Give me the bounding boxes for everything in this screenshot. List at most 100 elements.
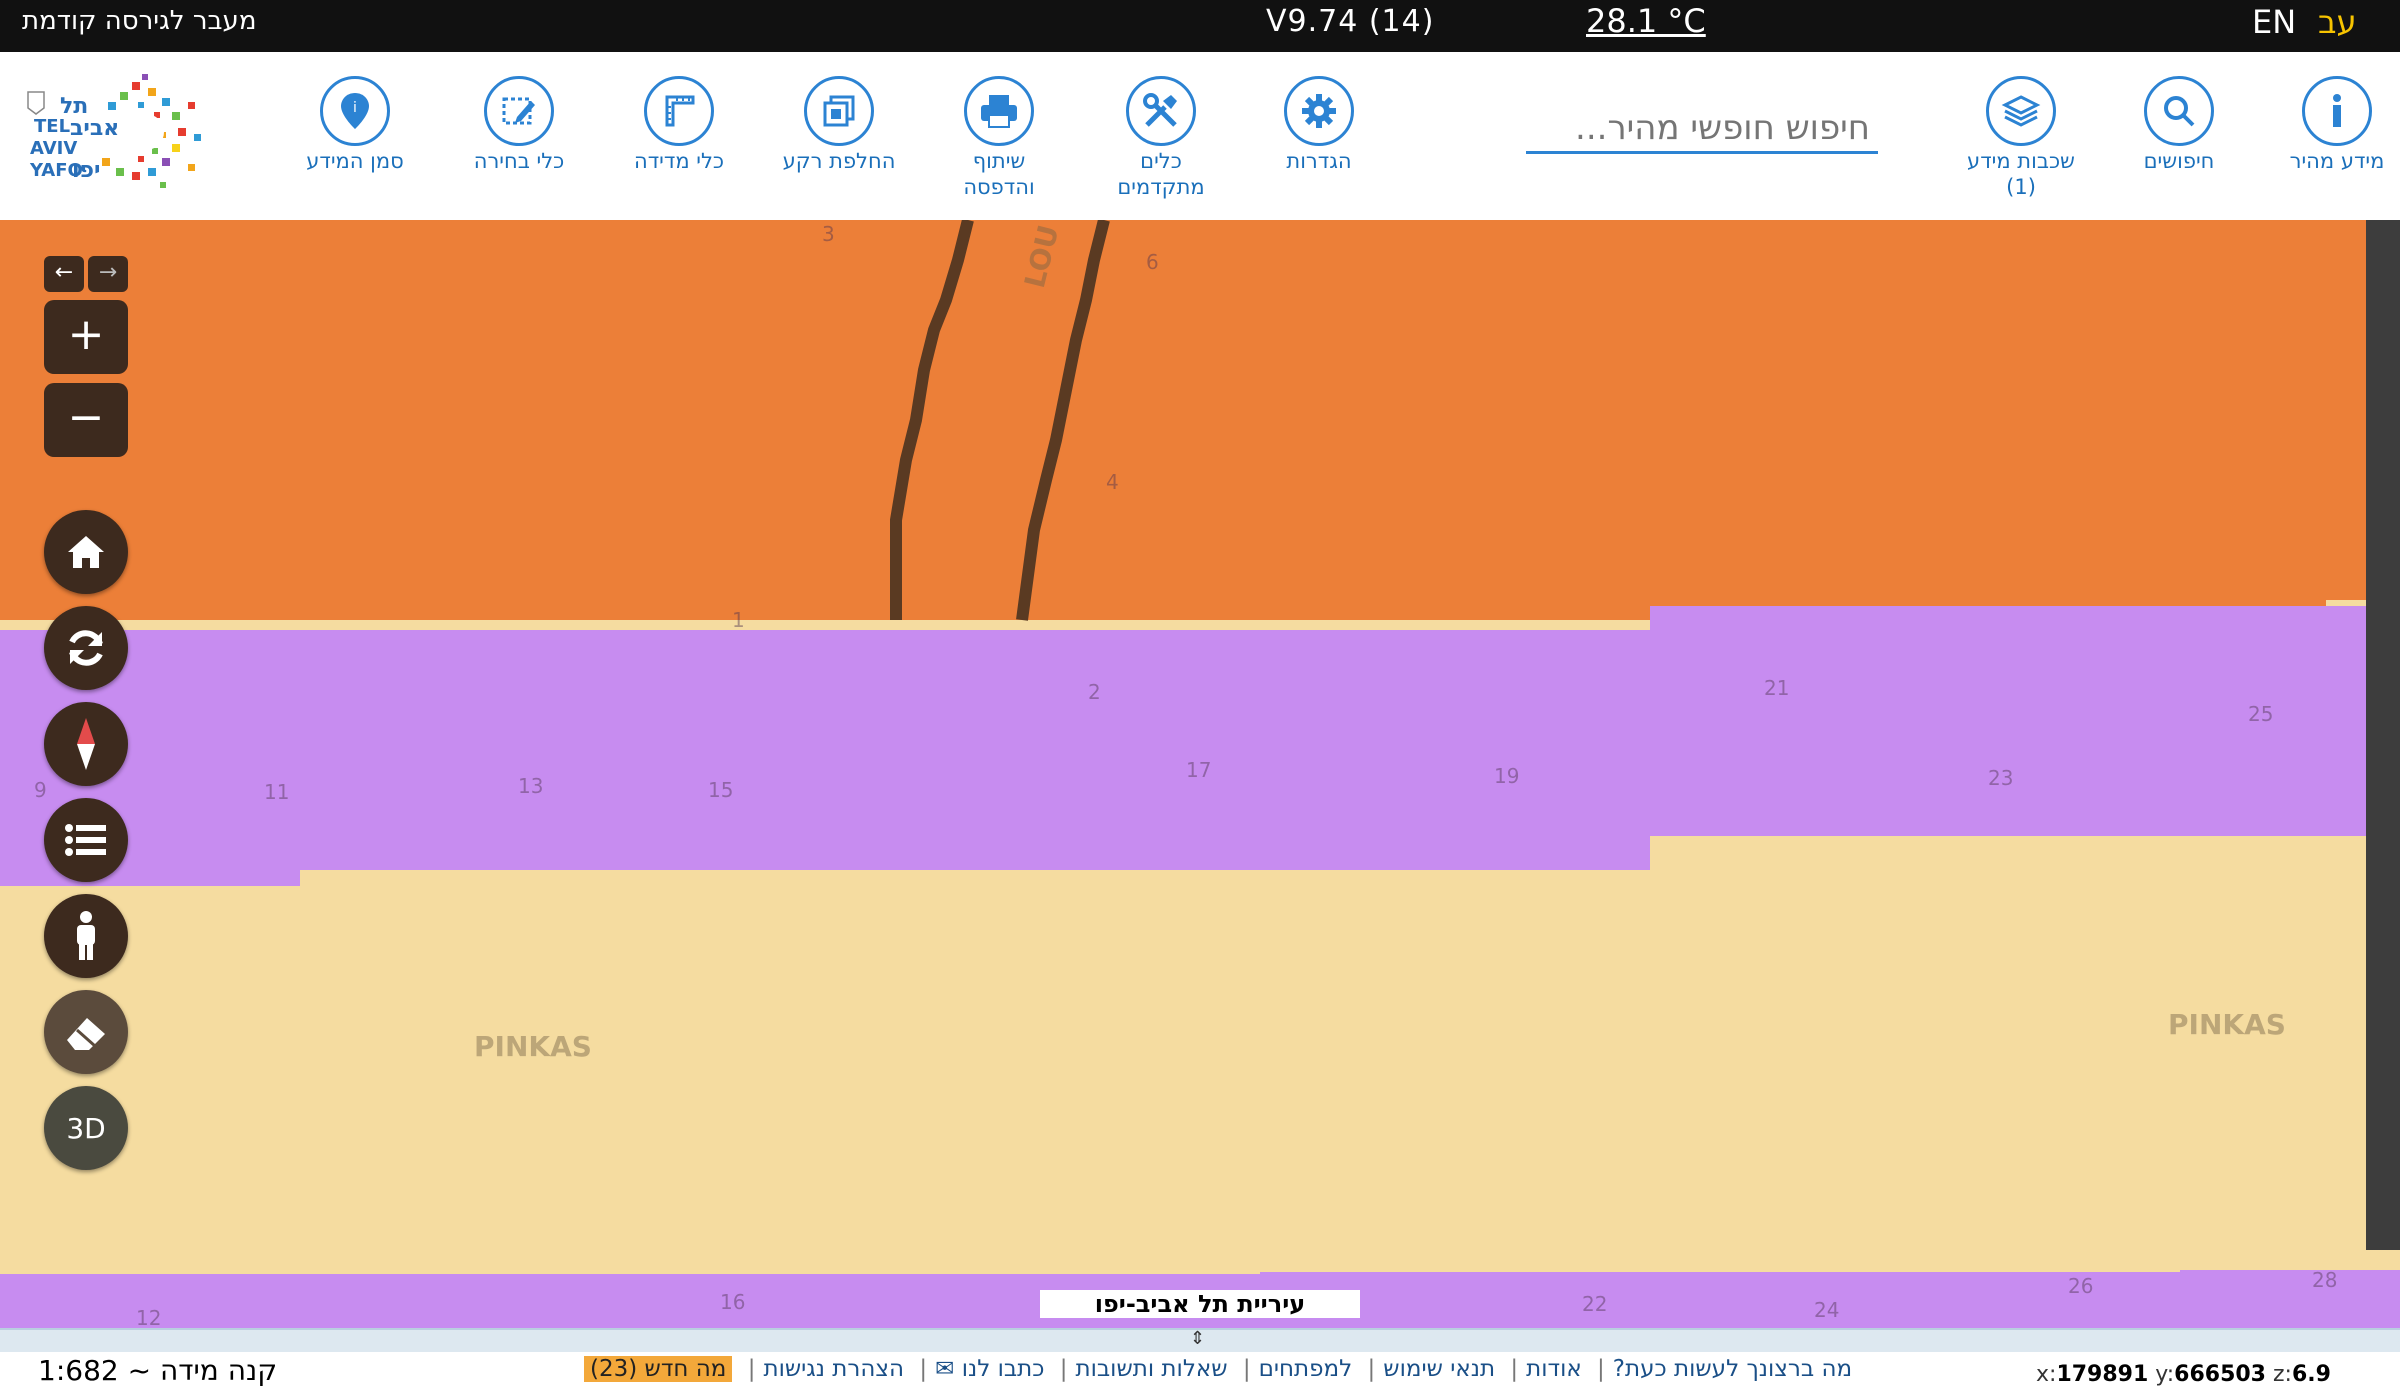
tools-icon	[1126, 76, 1196, 146]
footer-link[interactable]: הצהרת נגישות	[763, 1356, 904, 1382]
parcel-number: 17	[1186, 758, 1212, 782]
3d-button[interactable]: 3D	[44, 1086, 128, 1170]
parcel-number: 4	[1106, 470, 1119, 494]
footer-link[interactable]: תנאי שימוש	[1383, 1356, 1495, 1382]
previous-version-link[interactable]: מעבר לגירסה קודמת	[22, 6, 256, 36]
footer-links: מה ברצונך לעשות כעת?| אודות| תנאי שימוש|…	[580, 1356, 1856, 1382]
map-canvas[interactable]: LOU PINKAS PINKAS 3 6 4 1 2 17 19 21 23 …	[0, 220, 2400, 1328]
parcel-number: 9	[34, 778, 47, 802]
3d-label: 3D	[66, 1112, 106, 1145]
parcel-number: 6	[1146, 250, 1159, 274]
parcel-number: 13	[518, 774, 544, 798]
basemap-icon	[804, 76, 874, 146]
refresh-button[interactable]	[44, 606, 128, 690]
parcel-number: 26	[2068, 1274, 2094, 1298]
parcel-number: 1	[732, 608, 745, 632]
svg-text:i: i	[353, 100, 357, 116]
pegman-icon	[77, 911, 95, 960]
basemap-switch-label: החלפת רקע	[782, 149, 896, 173]
footer-link[interactable]: מה ברצונך לעשות כעת?	[1613, 1356, 1852, 1382]
home-button[interactable]	[44, 510, 128, 594]
parcel-number: 21	[1764, 676, 1790, 700]
beige-zone-bottom-left	[0, 1250, 1260, 1274]
language-hebrew[interactable]: עב	[2318, 3, 2357, 41]
language-english[interactable]: EN	[2252, 3, 2296, 41]
logo-text-2: TEL	[34, 116, 71, 137]
measure-tool[interactable]: כלי מדידה	[604, 76, 754, 174]
select-tool[interactable]: כלי בחירה	[444, 76, 594, 174]
coord-y-value: 666503	[2174, 1362, 2266, 1387]
searches-label: חיפושים	[2143, 149, 2215, 173]
basemap-switch-tool[interactable]: החלפת רקע	[764, 76, 914, 174]
resize-arrows-icon: ⇕	[1190, 1328, 1206, 1349]
coord-z-value: 6.9	[2291, 1362, 2331, 1387]
logo-text-6: YAFO	[30, 160, 83, 181]
settings-tool[interactable]: הגדרות	[1244, 76, 1394, 174]
footer-link[interactable]: אודות	[1526, 1356, 1582, 1382]
purple-zone-edge	[0, 860, 300, 886]
search-icon	[2144, 76, 2214, 146]
temperature-link[interactable]: 28.1 °C	[1586, 2, 1706, 40]
forward-arrow-button[interactable]: →	[88, 256, 128, 292]
compass-icon	[77, 718, 95, 770]
eraser-button[interactable]	[44, 990, 128, 1074]
footer-link[interactable]: כתבו לנו ✉	[935, 1356, 1044, 1382]
parcel-number: 25	[2248, 702, 2274, 726]
quick-info-tool[interactable]: מידע מהיר	[2262, 76, 2400, 174]
footer-link[interactable]: שאלות ותשובות	[1076, 1356, 1228, 1382]
refresh-icon	[69, 630, 103, 666]
parcel-number: 2	[1088, 680, 1101, 704]
layers-label: שכבות מידע (1)	[1967, 149, 2075, 199]
legend-button[interactable]	[44, 798, 128, 882]
mark-info-label: סמן המידע	[306, 149, 404, 173]
parcel-number: 11	[264, 780, 290, 804]
settings-label: הגדרות	[1286, 149, 1352, 173]
street-label-right: PINKAS	[2168, 1008, 2286, 1041]
street-view-button[interactable]	[44, 894, 128, 978]
zoom-in-button[interactable]: +	[44, 300, 128, 374]
advanced-tools[interactable]: כלים מתקדמים	[1086, 76, 1236, 200]
printer-icon	[964, 76, 1034, 146]
measure-tool-label: כלי מדידה	[633, 149, 725, 173]
zoom-out-button[interactable]: −	[44, 383, 128, 457]
home-icon	[68, 536, 104, 568]
share-print-tool[interactable]: שיתוף והדפסה	[924, 76, 1074, 200]
panel-resize-handle[interactable]: ⇕	[0, 1328, 2400, 1354]
parcel-number: 15	[708, 778, 734, 802]
parcel-number: 24	[1814, 1298, 1840, 1322]
select-pen-icon	[484, 76, 554, 146]
coordinates-readout: x:179891 y:666503 z:6.9	[2036, 1362, 2331, 1387]
parcel-number: 28	[2312, 1268, 2338, 1292]
coord-z-label: z:	[2273, 1362, 2292, 1387]
toolbar: תל TEL אביב AVIV יפו YAFO i סמן המידע כל…	[0, 52, 2400, 222]
compass-button[interactable]	[44, 702, 128, 786]
coord-x-label: x:	[2036, 1362, 2057, 1387]
searches-tool[interactable]: חיפושים	[2104, 76, 2254, 174]
gear-icon	[1284, 76, 1354, 146]
tel-aviv-yafo-logo[interactable]: תל TEL אביב AVIV יפו YAFO	[22, 72, 252, 200]
coord-y-label: y:	[2155, 1362, 2175, 1387]
footer-link[interactable]: למפתחים	[1259, 1356, 1353, 1382]
layers-icon	[1986, 76, 2056, 146]
parcel-number: 16	[720, 1290, 746, 1314]
list-icon	[65, 824, 106, 856]
version-label: V9.74 (14)	[1266, 4, 1435, 39]
city-label: עיריית תל אביב-יפו	[1040, 1290, 1360, 1318]
back-arrow-button[interactable]: ←	[44, 256, 84, 292]
mark-info-tool[interactable]: i סמן המידע	[280, 76, 430, 174]
info-icon	[2302, 76, 2372, 146]
layers-tool[interactable]: שכבות מידע (1)	[1946, 76, 2096, 200]
footer: קנה מידה ~ 1:682 מה ברצונך לעשות כעת?| א…	[0, 1352, 2400, 1392]
street-lines	[890, 220, 1110, 621]
eraser-icon	[67, 1018, 105, 1050]
beige-zone-bottom-mid	[1260, 1240, 2180, 1272]
coord-x-value: 179891	[2056, 1362, 2149, 1387]
parcel-number: 19	[1494, 764, 1520, 788]
ruler-icon	[644, 76, 714, 146]
whats-new-badge[interactable]: מה חדש (23)	[584, 1356, 733, 1382]
quick-search-input[interactable]	[1526, 104, 1878, 154]
parcel-number: 22	[1582, 1292, 1608, 1316]
map-pin-icon: i	[320, 76, 390, 146]
parcel-number: 12	[136, 1306, 162, 1328]
advanced-tools-label: כלים מתקדמים	[1117, 149, 1205, 199]
